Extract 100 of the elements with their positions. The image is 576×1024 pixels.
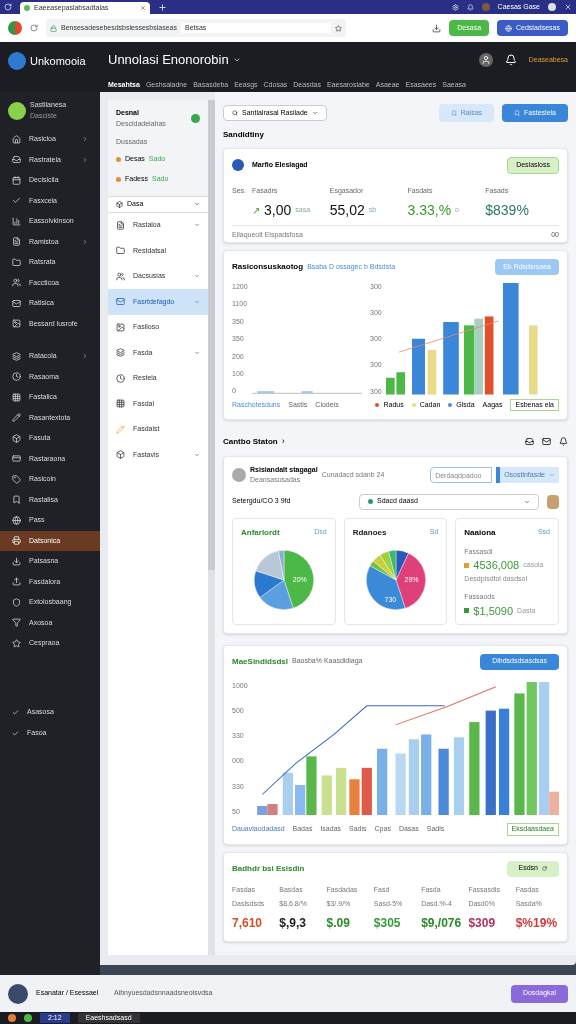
chevron-icon [194,298,200,305]
chevron-icon [524,498,530,505]
star-icon [12,638,21,648]
tag-icon [12,474,21,484]
chart-title: Rasiconsuskaotog [232,261,304,273]
app-title: Unnolasi Enonorobin [108,51,229,70]
document-icon [12,237,21,247]
chevron-icon [82,156,88,163]
refresh-icon [542,866,547,871]
stat-value: 3,00 [264,201,292,220]
stat-value: $,9,3 [279,914,306,932]
bookmark-icon[interactable] [335,24,342,32]
folder-icon [12,257,21,267]
scrollbar-thumb[interactable] [208,100,215,570]
bookmark-icon [450,110,457,116]
chevron-icon [549,472,555,478]
bell-icon[interactable] [559,437,568,447]
calendar-icon [12,175,21,185]
layers-icon [116,348,125,358]
chevron-icon [82,136,88,143]
chart-bar [335,767,346,815]
layers-icon [12,351,21,361]
chevron-icon [311,110,318,116]
stat-value: $305 [373,914,401,932]
chart-title: MaeSindidsdsl [232,655,288,668]
users-icon [116,271,125,281]
home-icon [12,134,21,144]
logo-icon [8,52,26,70]
folder-icon [116,246,125,256]
chart-bar [348,778,360,815]
chart-bar [385,377,395,395]
avatar [232,468,246,482]
stat-value: 3.33,% [407,201,452,220]
chart-bar [361,767,372,815]
avatar [548,3,556,11]
printer-icon [12,536,21,546]
grid-icon [12,392,21,402]
mail-icon [12,298,21,308]
section-heading: Sandidtiny [223,129,265,141]
filter-icon [12,618,21,628]
pencil-icon [116,424,125,434]
stat-value: $%19% [515,914,558,932]
chevron-icon [194,222,200,229]
stat-value: 7,610 [232,914,263,932]
chart-bar [266,803,278,815]
chevron: › [281,435,286,448]
upload-icon [12,577,21,587]
inbox-icon[interactable] [525,437,534,447]
stat-value: $1,5090 [473,603,514,619]
section-heading[interactable]: Cantbo Staton [223,435,278,448]
card-title: Naaiona [464,526,497,539]
chart-bar [396,372,405,395]
chart-bar [463,325,475,395]
close-icon[interactable] [140,5,146,11]
stat-value: $309 [468,914,496,932]
reload-icon[interactable] [30,24,38,32]
new-tab-icon[interactable] [158,2,167,12]
settings-icon[interactable] [451,3,459,11]
image-icon [116,322,125,332]
chevron-icon [194,273,200,280]
back-icon[interactable] [4,3,12,11]
check-icon [12,196,21,206]
chart-bar [321,774,332,815]
trend-arrow: ↗ [252,204,260,218]
mail-icon[interactable] [542,437,551,447]
bell-icon[interactable] [504,54,517,66]
stat-value: 4536,008 [473,558,520,573]
download-icon[interactable] [432,23,442,33]
stat-value: $839% [485,201,529,220]
chart-bar [438,748,449,815]
bookmark-icon [12,495,21,505]
chevron-icon [82,238,88,245]
lock-icon [50,24,57,32]
stat-value: $9,/076 [421,914,462,932]
image-icon [12,319,21,329]
bookmark-icon [514,110,521,116]
clock-icon [12,372,21,382]
caret-icon[interactable] [232,56,241,64]
chevron-icon [194,201,200,207]
chevron-icon [82,353,88,360]
users-icon [12,278,21,288]
chevron-icon [194,349,200,356]
download-icon [12,556,21,566]
mail-icon [116,297,125,307]
search-icon [232,110,238,116]
box-icon [116,200,123,208]
pencil-icon [12,413,21,423]
user-icon[interactable] [478,53,493,67]
chart-bar [376,748,387,815]
chart-bar [395,753,406,815]
inbox-icon [12,155,21,165]
chart-bar [528,325,538,395]
profile-avatar [481,3,490,11]
avatar [8,983,28,1004]
chart-bar [427,349,436,395]
browser-logo-icon [8,21,22,35]
chevron-icon [194,451,200,458]
box-icon [116,450,125,460]
avatar [8,101,26,120]
card-title: Badhdr bsi Esisdin [232,862,306,875]
